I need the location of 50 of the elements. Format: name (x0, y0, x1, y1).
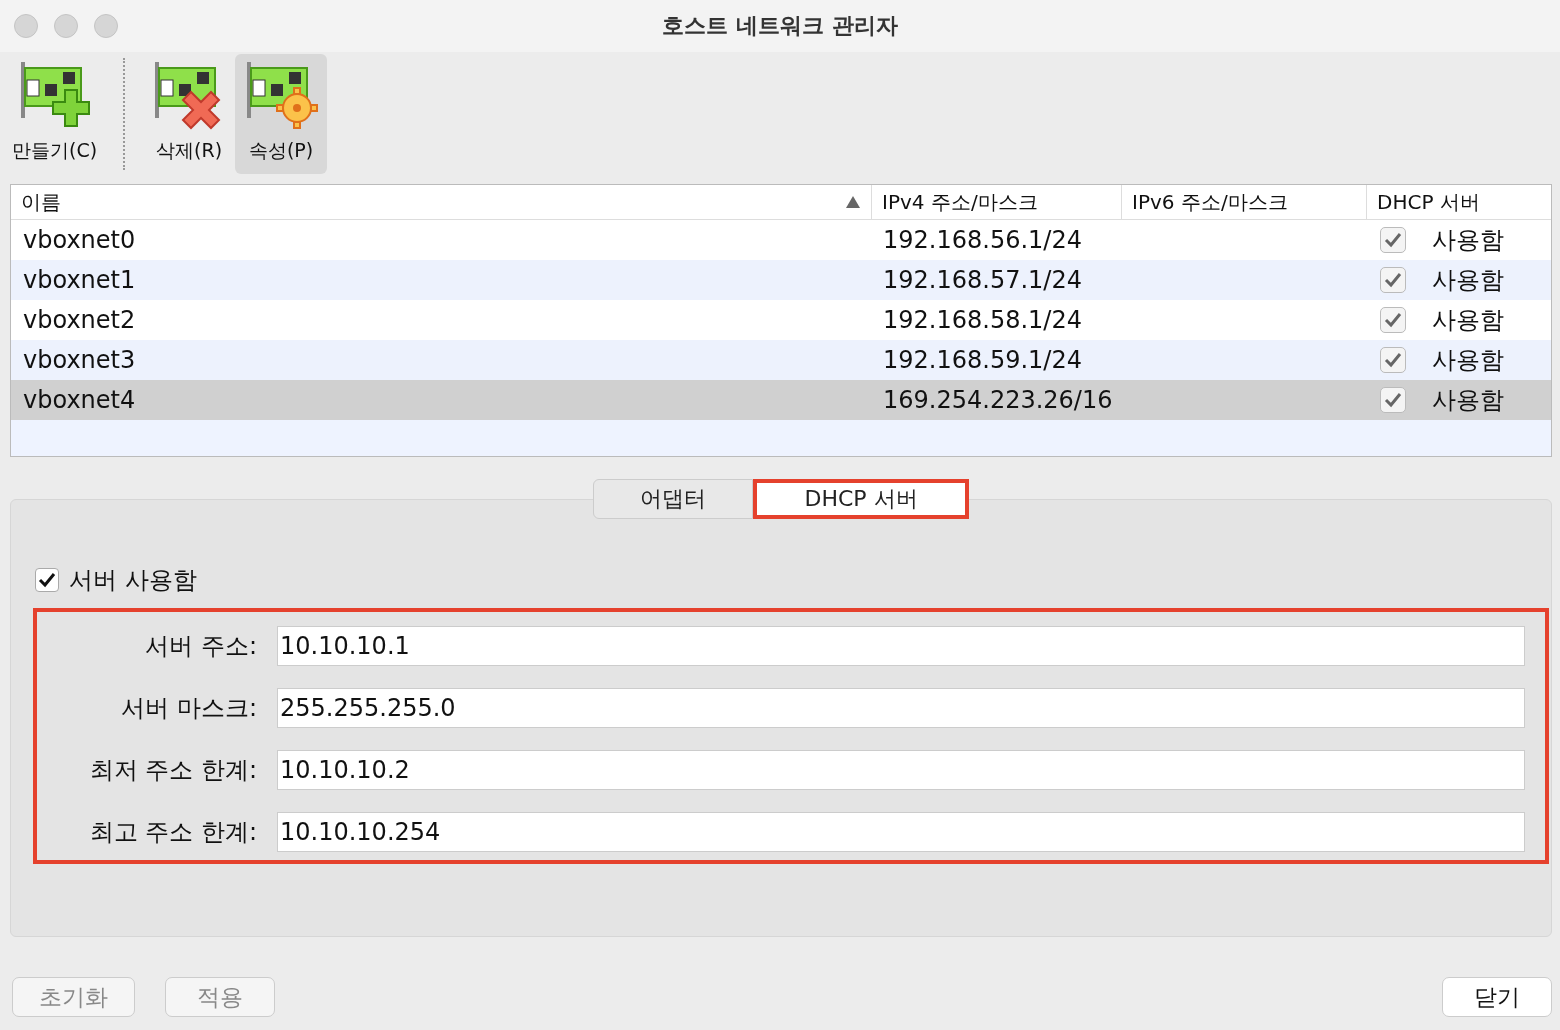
field-label: 서버 마스크: (120, 693, 257, 724)
checkbox[interactable] (1380, 267, 1406, 293)
column-header[interactable]: IPv6 주소/마스크 (1121, 185, 1366, 219)
input-field[interactable]: 10.10.10.254 (277, 812, 1525, 852)
table-cell-text: 192.168.59.1/24 (882, 346, 1083, 374)
dialog-button[interactable]: 닫기 (1442, 977, 1552, 1017)
table-row[interactable]: vboxnet0 192.168.56.1/24 사용함 (11, 220, 1551, 260)
checkmark-icon (1384, 312, 1402, 328)
checkmark-icon (1384, 232, 1402, 248)
input-field[interactable]: 10.10.10.2 (277, 750, 1525, 790)
checkbox-label: 서버 사용함 (69, 565, 197, 596)
checkbox[interactable] (1380, 227, 1406, 253)
table-cell-text: 192.168.57.1/24 (882, 266, 1083, 294)
window-title: 호스트 네트워크 관리자 (662, 12, 898, 40)
table-cell-text: vboxnet2 (22, 306, 137, 334)
table-cell-text: 사용함 (1432, 385, 1504, 416)
input-field[interactable]: 10.10.10.1 (277, 626, 1525, 666)
table-cell-text: 사용함 (1432, 225, 1504, 256)
table-cell-text: 사용함 (1432, 305, 1504, 336)
table-cell-text: vboxnet0 (22, 226, 137, 254)
toolbar-button[interactable]: 삭제(R) (143, 54, 236, 174)
table-cell-text: vboxnet4 (22, 386, 137, 414)
input-field[interactable]: 255.255.255.0 (277, 688, 1525, 728)
field-label: 최저 주소 한계: (88, 755, 257, 786)
toolbar-button[interactable]: 속성(P) (235, 54, 328, 174)
checkbox[interactable] (1380, 307, 1406, 333)
table-cell-text: 192.168.56.1/24 (882, 226, 1083, 254)
checkmark-icon (1384, 352, 1402, 368)
table-cell-text: vboxnet3 (22, 346, 137, 374)
checkbox[interactable] (35, 568, 59, 592)
toolbar-button[interactable]: 만들기(C) (6, 54, 104, 174)
tab[interactable]: DHCP 서버 (753, 479, 969, 519)
tab[interactable]: 어댑터 (593, 479, 753, 519)
table-cell-text: 192.168.58.1/24 (882, 306, 1083, 334)
column-header[interactable]: IPv4 주소/마스크 (871, 185, 1121, 219)
table-cell-text: 사용함 (1432, 265, 1504, 296)
field-label: 서버 주소: (144, 631, 257, 662)
table-row[interactable]: vboxnet2 192.168.58.1/24 사용함 (11, 300, 1551, 340)
checkbox[interactable] (1380, 347, 1406, 373)
column-header[interactable]: DHCP 서버 (1366, 185, 1551, 219)
checkmark-icon (38, 572, 56, 588)
checkmark-icon (1384, 272, 1402, 288)
checkbox[interactable] (1380, 387, 1406, 413)
field-label: 최고 주소 한계: (88, 817, 257, 848)
table-cell-text: vboxnet1 (22, 266, 137, 294)
table-row[interactable]: vboxnet4 169.254.223.26/16 사용함 (11, 380, 1551, 420)
column-header[interactable]: 이름 (11, 185, 871, 219)
checkmark-icon (1384, 392, 1402, 408)
table-cell-text: 사용함 (1432, 345, 1504, 376)
table-cell-text: 169.254.223.26/16 (882, 386, 1114, 414)
